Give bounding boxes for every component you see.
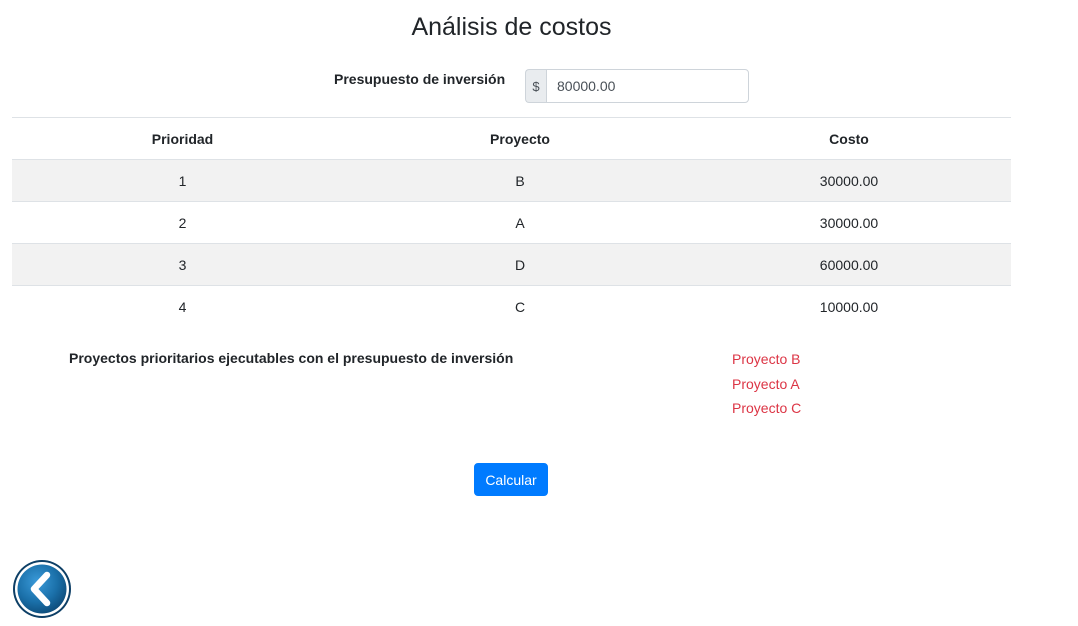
cell-priority: 2 [12,201,353,244]
cell-project: C [353,285,687,327]
cost-analysis-page: Análisis de costos Presupuesto de invers… [0,0,1078,626]
cell-project: B [353,159,687,202]
back-button[interactable] [12,559,72,619]
cell-priority: 3 [12,243,353,286]
cell-priority: 4 [12,285,353,327]
cell-cost: 60000.00 [687,243,1011,286]
budget-label: Presupuesto de inversión [334,71,506,87]
cost-table: Prioridad Proyecto Costo 1 B 30000.00 2 … [12,117,1011,327]
list-item: Proyecto A [732,375,800,392]
table-row: 1 B 30000.00 [12,159,1011,202]
cell-priority: 1 [12,159,353,202]
header-project: Proyecto [353,117,687,160]
header-priority: Prioridad [12,117,353,160]
currency-prefix: $ [525,69,546,103]
list-item: Proyecto B [732,351,801,367]
table-row: 2 A 30000.00 [12,201,1011,244]
cell-cost: 30000.00 [687,159,1011,202]
cell-cost: 10000.00 [687,285,1011,327]
cell-project: A [353,201,687,244]
budget-input[interactable] [546,69,749,103]
page-title: Análisis de costos [411,13,612,41]
cell-cost: 30000.00 [687,201,1011,244]
list-item: Proyecto C [732,400,802,416]
chevron-left-icon [13,560,71,618]
executable-projects-list: Proyecto B Proyecto A Proyecto C [732,347,801,421]
calculate-button[interactable]: Calcular [474,463,548,496]
table-row: 3 D 60000.00 [12,243,1011,286]
table-row: 4 C 10000.00 [12,285,1011,327]
header-cost: Costo [687,117,1011,160]
executable-projects-label: Proyectos prioritarios ejecutables con e… [69,350,514,366]
cell-project: D [353,243,687,286]
budget-input-group: $ [525,69,749,103]
table-header-row: Prioridad Proyecto Costo [12,117,1011,160]
